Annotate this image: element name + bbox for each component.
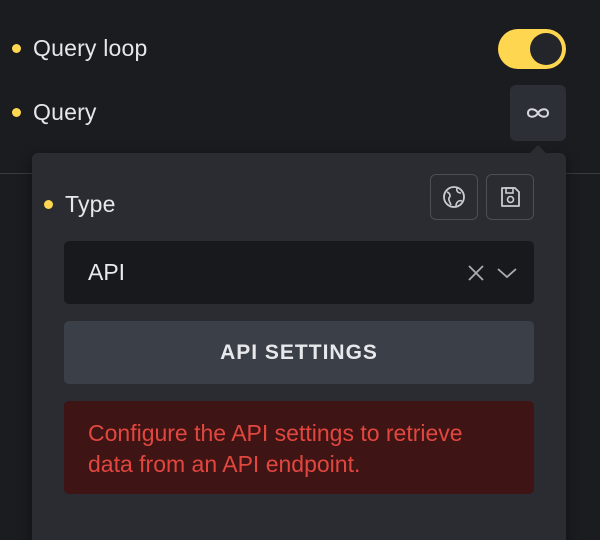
query-loop-toggle[interactable] xyxy=(498,29,566,69)
query-row: Query xyxy=(12,99,97,126)
type-label: Type xyxy=(65,191,116,217)
query-loop-label: Query loop xyxy=(33,35,148,61)
query-indicator-dot xyxy=(12,108,21,117)
chevron-down-icon[interactable] xyxy=(496,266,518,280)
select-icons xyxy=(466,263,518,283)
clear-icon[interactable] xyxy=(466,263,486,283)
query-loop-row: Query loop xyxy=(12,35,148,62)
save-icon xyxy=(501,187,520,207)
type-select[interactable]: API xyxy=(64,241,534,304)
globe-button[interactable] xyxy=(430,174,478,220)
infinity-icon xyxy=(526,108,550,118)
query-settings-panel: Query loop Query Type API API SETTINGS C… xyxy=(0,0,600,540)
api-notice: Configure the API settings to retrieve d… xyxy=(64,401,534,494)
type-indicator-dot xyxy=(44,200,53,209)
api-settings-button[interactable]: API SETTINGS xyxy=(64,321,534,384)
save-button[interactable] xyxy=(486,174,534,220)
popover-arrow xyxy=(529,145,547,154)
query-label: Query xyxy=(33,99,97,125)
type-row: Type xyxy=(44,191,116,218)
query-loop-indicator-dot xyxy=(12,44,21,53)
globe-icon xyxy=(443,186,465,208)
query-settings-button[interactable] xyxy=(510,85,566,141)
type-select-value: API xyxy=(88,259,126,285)
toggle-knob xyxy=(530,33,562,65)
